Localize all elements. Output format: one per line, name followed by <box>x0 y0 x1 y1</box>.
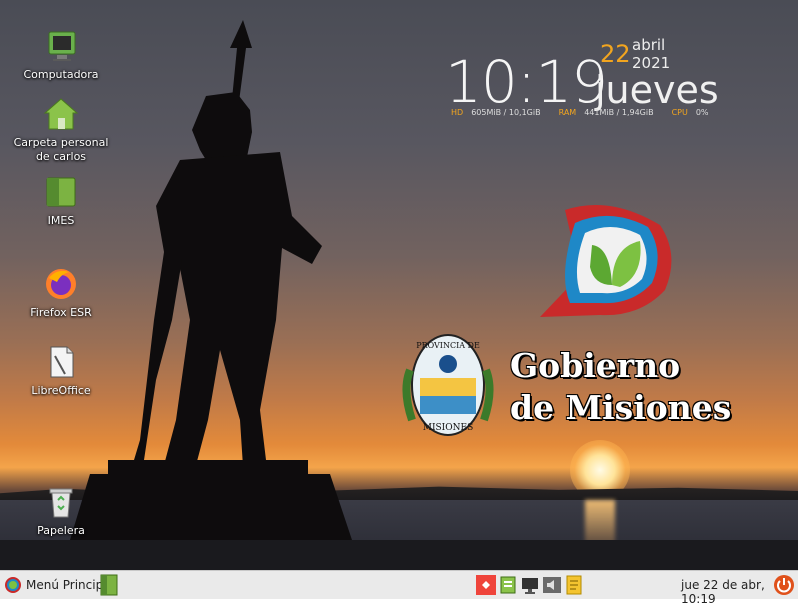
ram-value: 441MiB / 1,94GiB <box>584 108 654 117</box>
hd-value: 605MiB / 10,1GiB <box>471 108 541 117</box>
provincia-seal-icon: PROVINCIA DE MISIONES <box>402 334 494 436</box>
clock-time: 10:19 <box>445 48 608 116</box>
taskbar: Menú Principal jue 22 de abr, 10:19 <box>0 570 798 606</box>
gobierno-title-line2: de Misiones <box>510 388 732 427</box>
desktop-icon-label: Firefox ESR <box>30 306 92 319</box>
wallpaper-sun-reflection <box>585 500 615 545</box>
ram-label: RAM <box>558 108 577 117</box>
desktop-icon-papelera[interactable]: Papelera <box>6 484 116 538</box>
network-icon[interactable] <box>498 574 518 596</box>
home-folder-icon <box>43 96 79 132</box>
desktop-icon-label: Computadora <box>23 68 99 81</box>
trash-icon <box>43 484 79 520</box>
desktop-icon-libreoffice[interactable]: LibreOffice <box>6 344 116 398</box>
system-tray <box>476 574 584 596</box>
clock-day: 22 <box>600 40 631 68</box>
main-menu-button[interactable]: Menú Principal <box>4 575 114 595</box>
cpu-label: CPU <box>671 108 688 117</box>
hd-label: HD <box>451 108 464 117</box>
desktop-icon-imes[interactable]: IMES <box>6 174 116 228</box>
desktop-icon-computadora[interactable]: Computadora <box>6 28 116 82</box>
seal-bottom-text: MISIONES <box>423 423 473 433</box>
system-stats: HD 605MiB / 10,1GiB RAM 441MiB / 1,94GiB CPU… <box>451 108 727 117</box>
monitor-icon <box>43 28 79 64</box>
firefox-icon <box>43 266 79 302</box>
desktop-icon-label: Carpeta personal de carlos <box>13 136 109 163</box>
desktop-icon-label: LibreOffice <box>31 384 91 397</box>
anydesk-icon[interactable] <box>476 574 496 596</box>
clock-month-year: abril 2021 <box>632 36 671 72</box>
desktop-icon-label: IMES <box>47 214 75 227</box>
cpu-value: 0% <box>695 108 709 117</box>
desktop[interactable]: Computadora Carpeta personal de carlos I… <box>0 0 798 570</box>
file-manager-icon[interactable] <box>99 574 119 596</box>
notes-icon[interactable] <box>564 574 584 596</box>
seal-top-text: PROVINCIA DE <box>416 341 480 350</box>
clock-weekday: jueves <box>595 68 719 112</box>
display-icon[interactable] <box>520 574 540 596</box>
menu-logo-icon <box>5 577 21 593</box>
libreoffice-icon <box>43 344 79 380</box>
desktop-icon-label: Papelera <box>37 524 85 537</box>
gobierno-title-line1: Gobierno <box>510 346 681 385</box>
power-icon[interactable] <box>773 574 795 596</box>
gobierno-logo-icon <box>540 205 672 317</box>
gobierno-title: Gobierno de Misiones <box>510 345 731 429</box>
volume-icon[interactable] <box>542 574 562 596</box>
desktop-icon-firefox[interactable]: Firefox ESR <box>6 266 116 320</box>
desktop-icon-carpeta-personal[interactable]: Carpeta personal de carlos <box>6 96 116 164</box>
folder-icon <box>43 174 79 210</box>
